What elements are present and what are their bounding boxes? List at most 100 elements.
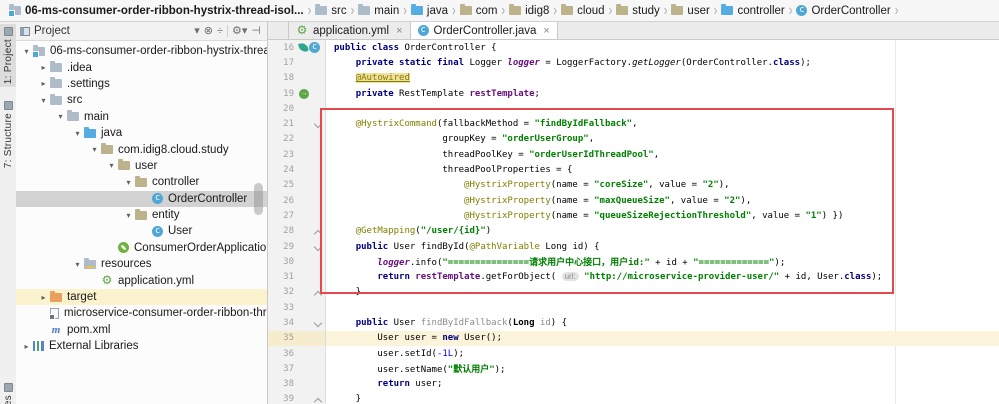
code-text[interactable]: @Autowired — [326, 73, 410, 84]
code-text[interactable]: } — [326, 394, 361, 404]
breadcrumb-item[interactable]: cloud — [558, 4, 608, 17]
code-text[interactable]: private static final Logger logger = Log… — [326, 58, 811, 68]
tree-item-ordercontroller[interactable]: c OrderController — [16, 190, 267, 207]
code-line-25[interactable]: 25 @HystrixProperty(name = "coreSize", v… — [268, 177, 999, 193]
code-text[interactable]: public class OrderController { — [326, 43, 497, 53]
breadcrumb-item[interactable]: com — [457, 4, 501, 17]
code-text[interactable]: User user = new User(); — [326, 333, 502, 343]
code-line-30[interactable]: 30 logger.info("===============请求用户中心接口，… — [268, 254, 999, 270]
tree-item--idea[interactable]: ▸ .idea — [16, 59, 267, 75]
toolwindow-button-structure[interactable]: 7: Structure — [0, 98, 16, 171]
tree-item-user[interactable]: ▾ user — [16, 158, 267, 174]
tree-item--settings[interactable]: ▸ .settings — [16, 76, 267, 92]
tree-item-application-yml[interactable]: ⚙ application.yml — [16, 272, 267, 288]
breadcrumb-item[interactable]: controller — [718, 4, 787, 17]
code-text[interactable]: public User findById(@PathVariable Long … — [326, 242, 600, 252]
code-text[interactable]: } — [326, 287, 361, 297]
fold-marker-icon[interactable] — [314, 120, 321, 127]
code-editor[interactable]: 16 c public class OrderController {17 priv… — [268, 40, 999, 404]
tab-close-icon[interactable]: × — [543, 25, 549, 37]
code-text[interactable]: return user; — [326, 379, 442, 389]
code-line-18[interactable]: 18 @Autowired — [268, 70, 999, 86]
tree-item-microservice-consumer-order-ribbon-threa[interactable]: microservice-consumer-order-ribbon-threa — [16, 305, 267, 321]
tree-expander-icon[interactable]: ▸ — [37, 79, 50, 88]
code-text[interactable]: @HystrixCommand(fallbackMethod = "findBy… — [326, 119, 638, 129]
settings-gear-icon[interactable]: ⚙▾ — [230, 23, 249, 40]
tree-item-pom-xml[interactable]: m pom.xml — [16, 322, 267, 338]
tree-expander-icon[interactable]: ▸ — [20, 342, 33, 351]
code-line-32[interactable]: 32 } — [268, 284, 999, 301]
toolwindow-button-project[interactable]: 1: Project — [0, 24, 16, 88]
editor-tab-application-yml[interactable]: ⚙ application.yml × — [288, 22, 411, 39]
code-line-31[interactable]: 31 return restTemplate.getForObject( url… — [268, 269, 999, 285]
tree-item-external-libraries[interactable]: ▸ External Libraries — [16, 338, 267, 354]
tree-item-main[interactable]: ▾ main — [16, 109, 267, 125]
tree-expander-icon[interactable]: ▾ — [54, 112, 67, 121]
project-tree-scrollbar[interactable] — [254, 183, 263, 215]
code-line-39[interactable]: 39 } — [268, 391, 999, 404]
code-line-26[interactable]: 26 @HystrixProperty(name = "maxQueueSize… — [268, 192, 999, 209]
breadcrumb-item[interactable]: src — [312, 4, 349, 17]
tree-expander-icon[interactable]: ▾ — [88, 145, 101, 154]
code-line-38[interactable]: 38 return user; — [268, 376, 999, 392]
code-line-33[interactable]: 33 — [268, 300, 999, 316]
code-text[interactable]: @HystrixProperty(name = "queueSizeReject… — [326, 211, 843, 221]
code-text[interactable]: @HystrixProperty(name = "maxQueueSize", … — [326, 196, 751, 206]
code-line-21[interactable]: 21 @HystrixCommand(fallbackMethod = "fin… — [268, 116, 999, 132]
tree-item-user[interactable]: c User — [16, 223, 267, 239]
code-text[interactable]: groupKey = "orderUserGroup", — [326, 134, 594, 144]
code-text[interactable]: public User findByIdFallback(Long id) { — [326, 318, 567, 328]
view-dropdown-icon[interactable]: ▾ — [192, 23, 202, 40]
tree-item-resources[interactable]: ▾ resources — [16, 256, 267, 272]
tree-expander-icon[interactable]: ▾ — [71, 260, 84, 269]
code-line-37[interactable]: 37 user.setName("默认用户"); — [268, 361, 999, 377]
code-line-17[interactable]: 17 private static final Logger logger = … — [268, 55, 999, 71]
fold-marker-icon[interactable] — [314, 228, 321, 235]
tree-expander-icon[interactable]: ▾ — [71, 129, 84, 138]
code-line-28[interactable]: 28 @GetMapping("/user/{id}") — [268, 223, 999, 239]
tree-item-06-ms-consumer-order-ribbon-hystrix-thread-[interactable]: ▾ 06-ms-consumer-order-ribbon-hystrix-thr… — [16, 43, 267, 59]
tree-item-consumerorderapplication[interactable]: ConsumerOrderApplication — [16, 240, 267, 256]
code-line-22[interactable]: 22 groupKey = "orderUserGroup", — [268, 131, 999, 148]
code-line-24[interactable]: 24 threadPoolProperties = { — [268, 162, 999, 178]
collapse-all-icon[interactable]: ÷ — [215, 23, 225, 40]
fold-marker-icon[interactable] — [314, 396, 321, 403]
code-line-34[interactable]: 34 public User findByIdFallback(Long id)… — [268, 315, 999, 331]
tree-item-controller[interactable]: ▾ controller — [16, 174, 267, 190]
breadcrumb-item[interactable]: java — [408, 4, 451, 17]
breadcrumb-item[interactable]: 06-ms-consumer-order-ribbon-hystrix-thre… — [6, 4, 307, 17]
breadcrumb-item[interactable]: idig8 — [506, 4, 552, 17]
tree-item-java[interactable]: ▾ java — [16, 125, 267, 141]
breadcrumb-item[interactable]: user — [668, 4, 712, 17]
code-line-27[interactable]: 27 @HystrixProperty(name = "queueSizeRej… — [268, 208, 999, 224]
code-line-19[interactable]: 19 → private RestTemplate restTemplate; — [268, 85, 999, 102]
breadcrumb-item[interactable]: study — [613, 4, 663, 17]
breadcrumb-item[interactable]: main — [355, 4, 402, 17]
tree-expander-icon[interactable]: ▾ — [105, 161, 118, 170]
code-line-36[interactable]: 36 user.setId(-1L); — [268, 345, 999, 362]
code-text[interactable]: @HystrixProperty(name = "coreSize", valu… — [326, 180, 730, 190]
tree-expander-icon[interactable]: ▾ — [122, 178, 135, 187]
tree-item-entity[interactable]: ▾ entity — [16, 207, 267, 223]
code-text[interactable]: logger.info("===============请求用户中心接口，用户i… — [326, 255, 785, 268]
code-text[interactable]: return restTemplate.getForObject( url: "… — [326, 272, 882, 282]
code-text[interactable]: @GetMapping("/user/{id}") — [326, 226, 491, 236]
fold-marker-icon[interactable] — [314, 289, 321, 296]
tree-expander-icon[interactable]: ▸ — [37, 293, 50, 302]
locate-file-icon[interactable]: ⊗ — [202, 23, 215, 40]
fold-marker-icon[interactable] — [314, 243, 321, 250]
fold-marker-icon[interactable] — [314, 319, 321, 326]
tab-close-icon[interactable]: × — [396, 25, 402, 37]
code-line-20[interactable]: 20 — [268, 101, 999, 117]
tree-item-com-idig8-cloud-study[interactable]: ▾ com.idig8.cloud.study — [16, 141, 267, 157]
code-line-16[interactable]: 16 c public class OrderController { — [268, 40, 999, 56]
toolwindow-button-favorites[interactable]: Favorites — [0, 380, 16, 404]
code-text[interactable]: threadPoolKey = "orderUserIdThreadPool", — [326, 150, 659, 160]
code-line-29[interactable]: 29 public User findById(@PathVariable Lo… — [268, 238, 999, 255]
tree-expander-icon[interactable]: ▾ — [37, 96, 50, 105]
code-text[interactable]: threadPoolProperties = { — [326, 165, 572, 175]
editor-tab-ordercontroller-java[interactable]: c OrderController.java × — [410, 22, 558, 39]
code-line-23[interactable]: 23 threadPoolKey = "orderUserIdThreadPoo… — [268, 147, 999, 163]
tree-expander-icon[interactable]: ▸ — [37, 63, 50, 72]
code-text[interactable]: private RestTemplate restTemplate; — [326, 89, 540, 99]
